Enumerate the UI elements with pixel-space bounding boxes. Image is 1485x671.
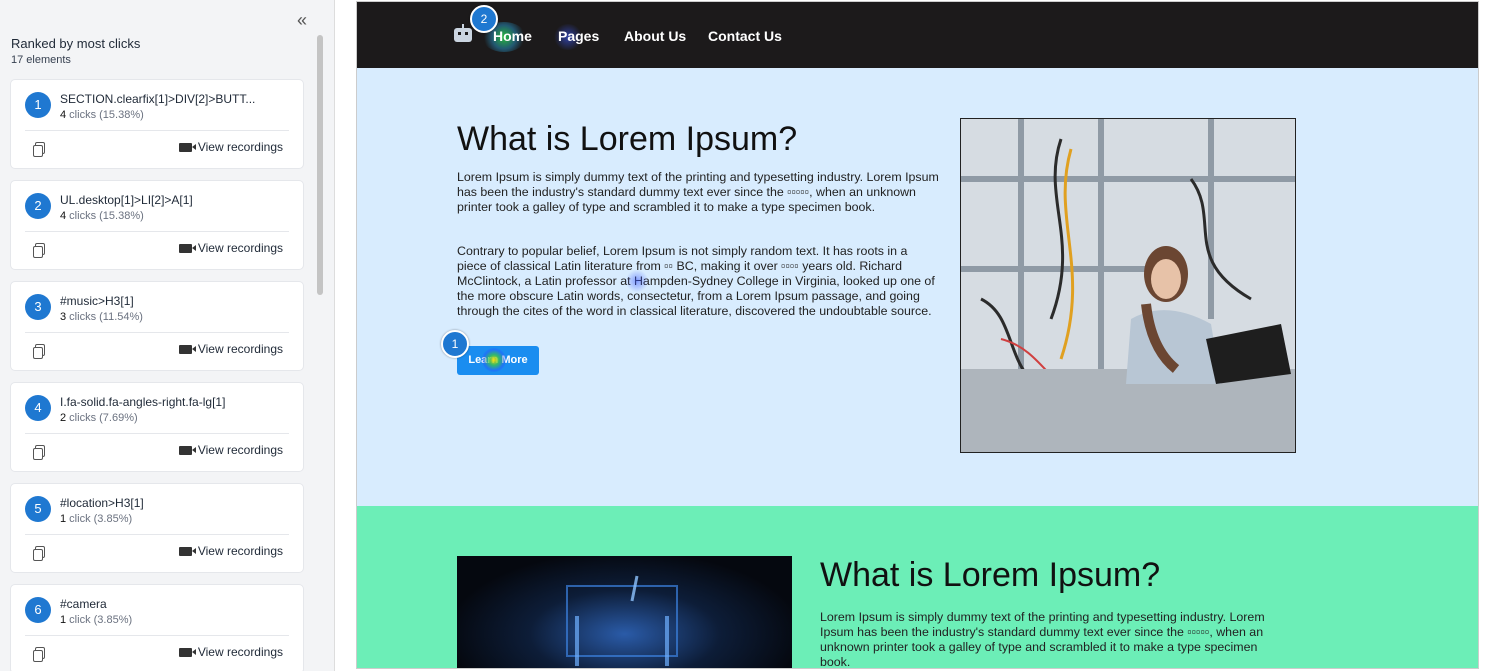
copy-icon[interactable] [33,647,45,662]
site-navbar: Home Pages About Us Contact Us 2 [357,2,1478,68]
click-stats: 4 clicks (15.38%) [60,109,144,121]
sidebar-scrollbar[interactable] [317,35,323,295]
card-divider [25,534,289,535]
rank-badge: 1 [25,92,51,118]
click-rank-marker[interactable]: 1 [441,330,469,358]
hero-section: What is Lorem Ipsum? Lorem Ipsum is simp… [357,68,1478,506]
rank-badge: 5 [25,496,51,522]
learn-more-button[interactable]: Learn More [457,346,539,375]
view-recordings-button[interactable]: View recordings [178,342,283,356]
copy-icon[interactable] [33,546,45,561]
view-recordings-button[interactable]: View recordings [178,443,283,457]
nav-link-contact-us[interactable]: Contact Us [708,28,782,44]
ranked-element-card[interactable]: 1 SECTION.clearfix[1]>DIV[2]>BUTT... 4 c… [10,79,304,169]
view-recordings-button[interactable]: View recordings [178,140,283,154]
view-recordings-button[interactable]: View recordings [178,241,283,255]
copy-icon[interactable] [33,142,45,157]
ranked-element-card[interactable]: 4 I.fa-solid.fa-angles-right.fa-lg[1] 2 … [10,382,304,472]
video-camera-icon [178,445,196,455]
copy-icon[interactable] [33,445,45,460]
video-camera-icon [178,344,196,354]
copy-icon[interactable] [33,344,45,359]
card-divider [25,433,289,434]
element-selector: #music>H3[1] [60,294,134,308]
ranked-element-card[interactable]: 3 #music>H3[1] 3 clicks (11.54%) View re… [10,281,304,371]
rank-badge: 4 [25,395,51,421]
click-stats: 2 clicks (7.69%) [60,412,138,424]
double-chevron-left-icon[interactable]: « [292,10,312,30]
video-camera-icon [178,546,196,556]
rank-badge: 2 [25,193,51,219]
rank-badge: 6 [25,597,51,623]
section-paragraph: Lorem Ipsum is simply dummy text of the … [820,610,1265,669]
card-divider [25,231,289,232]
nav-link-about-us[interactable]: About Us [624,28,686,44]
card-divider [25,332,289,333]
card-divider [25,635,289,636]
hero-paragraph: Lorem Ipsum is simply dummy text of the … [457,170,939,214]
view-recordings-button[interactable]: View recordings [178,544,283,558]
nav-link-pages[interactable]: Pages [558,28,599,44]
robot-icon[interactable] [454,24,472,42]
section-heading: What is Lorem Ipsum? [820,556,1161,594]
click-stats: 1 click (3.85%) [60,513,133,525]
video-camera-icon [178,142,196,152]
element-selector: UL.desktop[1]>LI[2]>A[1] [60,193,193,207]
ranked-element-list: 1 SECTION.clearfix[1]>DIV[2]>BUTT... 4 c… [10,79,304,671]
click-stats: 4 clicks (15.38%) [60,210,144,222]
hero-heading: What is Lorem Ipsum? [457,120,798,158]
copy-icon[interactable] [33,243,45,258]
element-selector: #camera [60,597,107,611]
ranked-element-card[interactable]: 5 #location>H3[1] 1 click (3.85%) View r… [10,483,304,573]
nav-link-home[interactable]: Home [493,28,532,44]
element-count: 17 elements [11,54,71,66]
rank-badge: 3 [25,294,51,320]
element-selector: #location>H3[1] [60,496,144,510]
site-preview: Home Pages About Us Contact Us 2 What is… [356,1,1479,669]
view-recordings-button[interactable]: View recordings [178,645,283,659]
ranking-title: Ranked by most clicks [11,36,141,51]
click-stats: 3 clicks (11.54%) [60,311,143,323]
heatmap-sidebar: « Ranked by most clicks 17 elements 1 SE… [0,0,325,671]
element-selector: I.fa-solid.fa-angles-right.fa-lg[1] [60,395,226,409]
click-stats: 1 click (3.85%) [60,614,133,626]
dark-tech-image [457,556,792,668]
video-camera-icon [178,243,196,253]
video-camera-icon [178,647,196,657]
lab-engineer-photo [960,118,1296,453]
page-preview-frame: Home Pages About Us Contact Us 2 What is… [334,0,1485,671]
secondary-section: What is Lorem Ipsum? Lorem Ipsum is simp… [357,506,1478,669]
hero-paragraph: Contrary to popular belief, Lorem Ipsum … [457,244,935,318]
element-selector: SECTION.clearfix[1]>DIV[2]>BUTT... [60,92,256,106]
click-rank-marker[interactable]: 2 [470,5,498,33]
ranked-element-card[interactable]: 2 UL.desktop[1]>LI[2]>A[1] 4 clicks (15.… [10,180,304,270]
card-divider [25,130,289,131]
ranked-element-card[interactable]: 6 #camera 1 click (3.85%) View recording… [10,584,304,671]
